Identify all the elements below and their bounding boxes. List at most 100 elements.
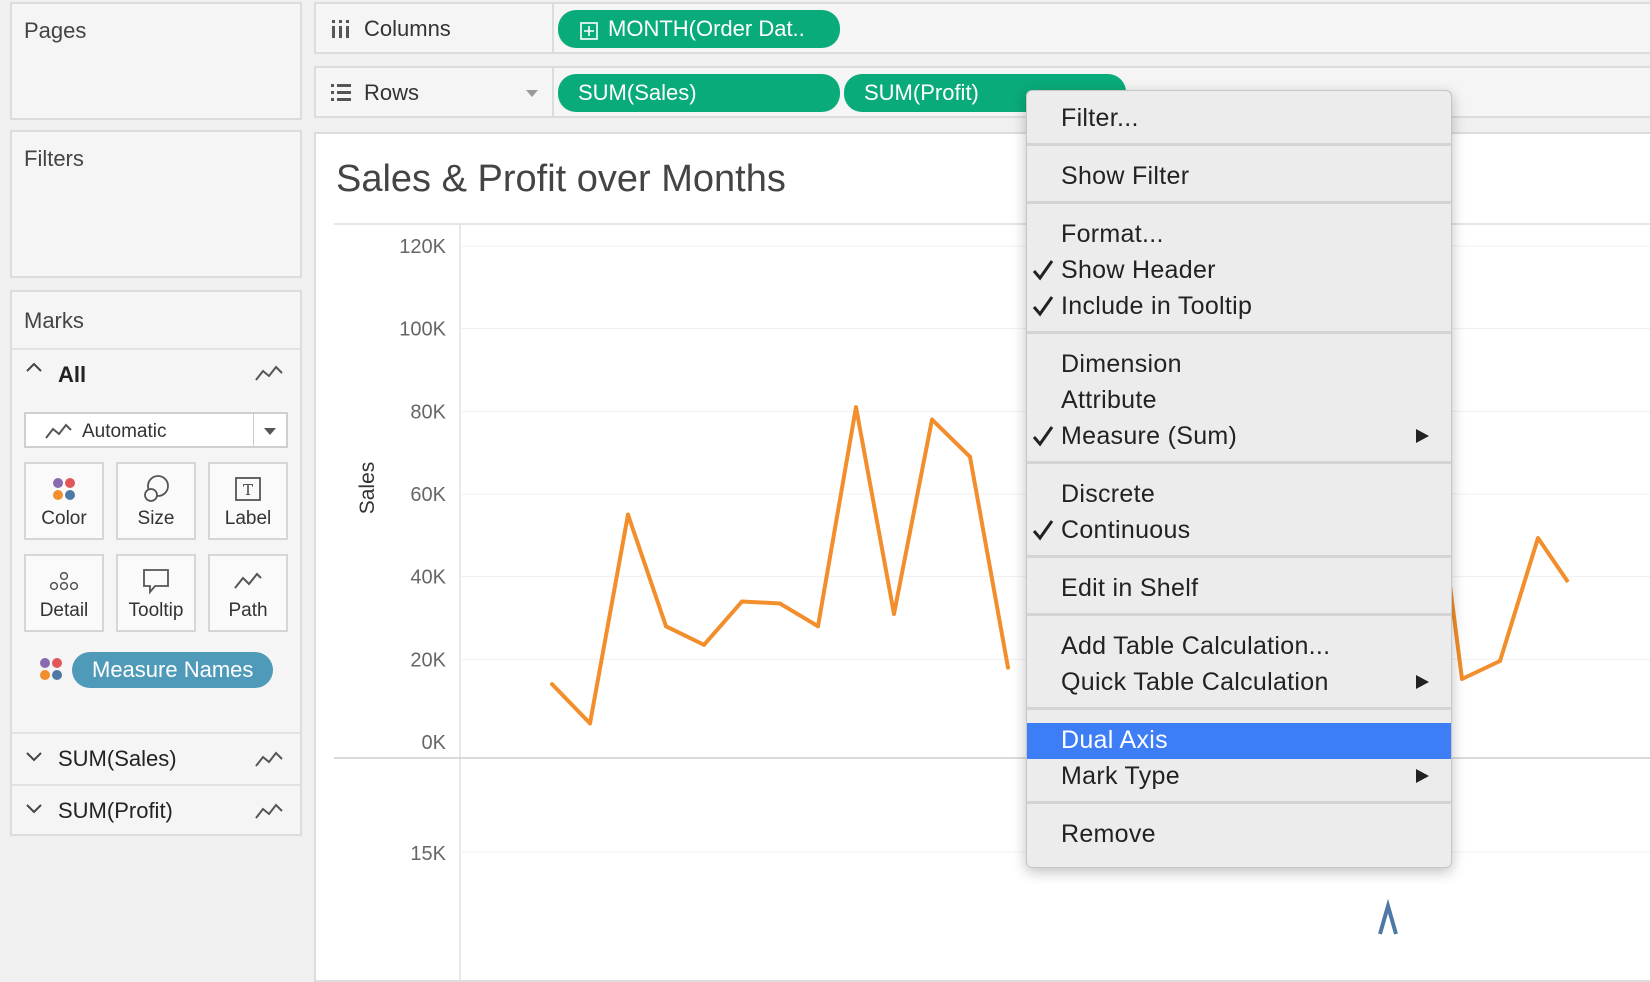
menu-item-add-table-calculation[interactable]: Add Table Calculation... (1027, 629, 1451, 665)
path-line-icon (210, 566, 286, 596)
rows-dropdown-icon[interactable] (526, 90, 538, 97)
menu-item-continuous[interactable]: Continuous (1027, 513, 1451, 549)
y-tick-label: 120K (399, 236, 446, 258)
sales-data-point (968, 454, 972, 459)
sales-data-point (854, 405, 858, 410)
detail-button[interactable]: Detail (24, 554, 104, 632)
menu-item-dual-axis[interactable]: Dual Axis (1027, 723, 1451, 759)
chevron-down-icon[interactable] (24, 798, 44, 824)
submenu-arrow-icon (1416, 675, 1429, 689)
line-mark-icon (254, 362, 284, 389)
marks-sales-label: SUM(Sales) (58, 746, 177, 771)
marks-sales-row[interactable]: SUM(Sales) (12, 732, 300, 784)
pages-card[interactable]: Pages (10, 2, 302, 120)
menu-item-label: Include in Tooltip (1061, 292, 1253, 320)
menu-separator (1027, 143, 1451, 146)
marks-all-label: All (58, 362, 87, 387)
menu-item-remove[interactable]: Remove (1027, 817, 1451, 853)
month-order-date-label: MONTH(Order Dat.. (608, 16, 805, 41)
menu-item-filter[interactable]: Filter... (1027, 101, 1451, 137)
y-tick-label: 100K (399, 319, 446, 341)
color-dots-icon (38, 656, 64, 687)
profit-tick-label: 15K (410, 843, 446, 865)
menu-item-mark-type[interactable]: Mark Type (1027, 759, 1451, 795)
menu-item-label: Filter... (1061, 104, 1139, 132)
sales-data-point (1006, 665, 1010, 670)
menu-item-show-filter[interactable]: Show Filter (1027, 159, 1451, 195)
menu-item-dimension[interactable]: Dimension (1027, 347, 1451, 383)
menu-item-label: Remove (1061, 820, 1156, 848)
y-tick-label: 0K (422, 732, 447, 754)
context-menu: Filter... Show Filter Format... Show Header… (1026, 90, 1452, 868)
expand-plus-icon[interactable] (580, 20, 598, 46)
checkmark-icon (1031, 422, 1055, 457)
line-mark-icon (254, 748, 284, 775)
marks-profit-row[interactable]: SUM(Profit) (12, 784, 300, 836)
menu-item-include-in-tooltip[interactable]: Include in Tooltip (1027, 289, 1451, 325)
sales-data-point (930, 417, 934, 422)
menu-item-measure-sum[interactable]: Measure (Sum) (1027, 419, 1451, 455)
menu-item-label: Continuous (1061, 516, 1191, 544)
mark-type-value: Automatic (82, 421, 167, 442)
menu-separator (1027, 707, 1451, 710)
menu-item-label: Measure (Sum) (1061, 422, 1238, 450)
menu-item-label: Add Table Calculation... (1061, 632, 1331, 660)
marks-all-row[interactable]: All (12, 348, 300, 398)
sales-data-point (550, 682, 554, 687)
line-mark-icon (44, 420, 72, 448)
sales-data-point (702, 642, 706, 647)
menu-item-discrete[interactable]: Discrete (1027, 477, 1451, 513)
color-button[interactable]: Color (24, 462, 104, 540)
dropdown-arrow-icon[interactable] (264, 428, 276, 435)
sales-data-point (588, 721, 592, 726)
chevron-down-icon[interactable] (24, 746, 44, 772)
menu-item-show-header[interactable]: Show Header (1027, 253, 1451, 289)
filters-card[interactable]: Filters (10, 130, 302, 278)
sales-series (550, 405, 1010, 726)
menu-item-label: Quick Table Calculation (1061, 668, 1329, 696)
shelf-divider (552, 4, 554, 52)
detail-dots-icon (26, 566, 102, 596)
svg-text:T: T (243, 481, 253, 499)
submenu-arrow-icon (1416, 769, 1429, 783)
menu-item-label: Show Filter (1061, 162, 1190, 190)
label-label: Label (224, 508, 272, 529)
sales-data-point (816, 624, 820, 629)
checkmark-icon (1031, 256, 1055, 291)
sum-sales-pill[interactable]: SUM(Sales) (558, 74, 840, 112)
month-order-date-pill[interactable]: MONTH(Order Dat.. (558, 10, 840, 48)
text-label-icon: T (210, 474, 286, 504)
size-button[interactable]: Size (116, 462, 196, 540)
filters-title: Filters (24, 146, 84, 171)
columns-icon (330, 18, 352, 45)
y-axis-title: Sales (356, 462, 379, 515)
menu-item-attribute[interactable]: Attribute (1027, 383, 1451, 419)
sales-data-point (778, 601, 782, 606)
menu-item-label: Mark Type (1061, 762, 1180, 790)
label-button[interactable]: T Label (208, 462, 288, 540)
sales-data-point (664, 624, 668, 629)
menu-item-label: Dimension (1061, 350, 1182, 378)
menu-item-quick-table-calculation[interactable]: Quick Table Calculation (1027, 665, 1451, 701)
columns-shelf[interactable]: Columns MONTH(Order Dat.. (314, 2, 1650, 54)
line-mark-icon (254, 800, 284, 827)
menu-item-format[interactable]: Format... (1027, 217, 1451, 253)
menu-separator (1027, 801, 1451, 804)
y-tick-label: 40K (410, 567, 446, 589)
columns-label: Columns (364, 16, 451, 41)
chevron-up-icon[interactable] (24, 358, 44, 384)
sales-data-point (740, 599, 744, 604)
menu-item-label: Attribute (1061, 386, 1157, 414)
y-tick-label: 80K (410, 401, 446, 423)
marks-profit-label: SUM(Profit) (58, 798, 173, 823)
checkmark-icon (1031, 516, 1055, 551)
menu-separator (1027, 461, 1451, 464)
menu-item-edit-in-shelf[interactable]: Edit in Shelf (1027, 571, 1451, 607)
mark-type-dropdown[interactable]: Automatic (24, 412, 288, 448)
menu-separator (1027, 331, 1451, 334)
path-button[interactable]: Path (208, 554, 288, 632)
menu-item-label: Discrete (1061, 480, 1156, 508)
measure-names-pill[interactable]: Measure Names (72, 652, 274, 688)
sales-series-line (550, 405, 1010, 726)
tooltip-button[interactable]: Tooltip (116, 554, 196, 632)
